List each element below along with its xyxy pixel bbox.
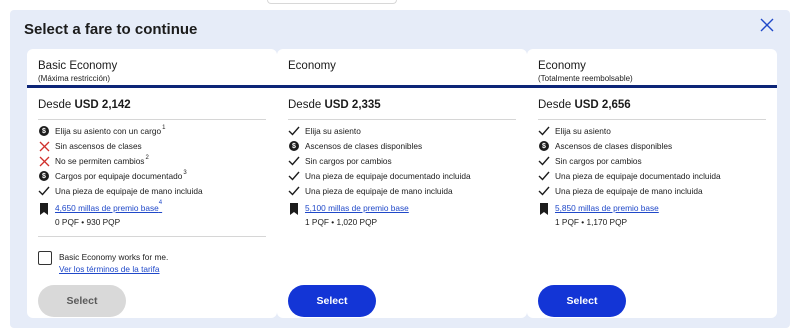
check-icon xyxy=(288,155,300,167)
fare-name: Economy xyxy=(538,60,586,72)
feature-text: Ascensos de clases disponibles xyxy=(555,141,673,151)
feature-item: Sin cargos por cambios xyxy=(288,155,392,167)
fare-card-economy: Economy Desde USD 2,335 Elija su asiento… xyxy=(277,49,527,318)
footnote: 4 xyxy=(158,200,163,207)
x-icon xyxy=(38,140,50,152)
pqf-pqp: 1 PQF • 1,020 PQP xyxy=(305,217,378,227)
divider xyxy=(38,236,266,237)
feature-item: Una pieza de equipaje de mano incluida xyxy=(38,185,203,197)
feature-item: Sin ascensos de clases xyxy=(38,140,142,152)
feature-text: Una pieza de equipaje de mano incluida xyxy=(555,186,703,196)
divider xyxy=(538,119,766,120)
bookmark-icon xyxy=(40,203,48,215)
footnote: 2 xyxy=(145,155,149,161)
feature-item: Una pieza de equipaje de mano incluida xyxy=(538,185,703,197)
footnote: 3 xyxy=(183,170,187,176)
bookmark-icon xyxy=(290,203,298,215)
fare-name: Economy xyxy=(288,60,336,72)
pqf-pqp: 0 PQF • 930 PQP xyxy=(55,217,121,227)
feature-text: Sin cargos por cambios xyxy=(555,156,642,166)
fare-select-modal: Select a fare to continue Basic Economy … xyxy=(10,10,790,328)
feature-item: No se permiten cambios 2 xyxy=(38,155,149,167)
check-icon xyxy=(538,185,550,197)
fare-subtitle: (Máxima restricción) xyxy=(38,74,111,83)
agreement-row: Basic Economy works for me. Ver los térm… xyxy=(38,251,168,275)
price-amount: USD 2,656 xyxy=(574,99,631,111)
price-prefix: Desde xyxy=(288,99,322,111)
divider xyxy=(38,119,266,120)
feature-text: Una pieza de equipaje de mano incluida xyxy=(55,186,203,196)
feature-item: Una pieza de equipaje documentado inclui… xyxy=(288,170,471,182)
feature-text: Ascensos de clases disponibles xyxy=(305,141,423,151)
agreement-checkbox[interactable] xyxy=(38,251,52,265)
fare-subtitle: (Totalmente reembolsable) xyxy=(538,74,633,83)
select-button[interactable]: Select xyxy=(538,285,626,317)
feature-text: Una pieza de equipaje documentado inclui… xyxy=(555,171,721,181)
feature-text: Elija su asiento xyxy=(305,126,361,136)
check-icon xyxy=(538,170,550,182)
close-icon[interactable] xyxy=(758,16,776,34)
price-amount: USD 2,142 xyxy=(74,99,131,111)
miles-text: 4,650 millas de premio base xyxy=(55,203,159,213)
dollar-icon: $ xyxy=(538,140,550,152)
feature-item: $ Elija su asiento con un cargo 1 xyxy=(38,125,165,137)
top-bar xyxy=(0,0,800,10)
feature-item: Elija su asiento xyxy=(288,125,361,137)
feature-item: $ Cargos por equipaje documentado 3 xyxy=(38,170,187,182)
check-icon xyxy=(288,125,300,137)
award-miles-link[interactable]: 5,100 millas de premio base xyxy=(305,203,409,213)
price-prefix: Desde xyxy=(538,99,572,111)
feature-text: Sin cargos por cambios xyxy=(305,156,392,166)
feature-text: Cargos por equipaje documentado xyxy=(55,171,183,181)
feature-item: Una pieza de equipaje documentado inclui… xyxy=(538,170,721,182)
tab-remnant xyxy=(267,0,397,4)
check-icon xyxy=(288,170,300,182)
fare-card-header: Economy (Totalmente reembolsable) xyxy=(527,49,777,88)
x-icon xyxy=(38,155,50,167)
feature-item: Sin cargos por cambios xyxy=(538,155,642,167)
fare-price: Desde USD 2,335 xyxy=(288,99,381,111)
dollar-icon: $ xyxy=(38,170,50,182)
check-icon xyxy=(538,155,550,167)
feature-item: Una pieza de equipaje de mano incluida xyxy=(288,185,453,197)
fare-card-basic-economy: Basic Economy (Máxima restricción) Desde… xyxy=(27,49,277,318)
check-icon xyxy=(38,185,50,197)
feature-item: $ Ascensos de clases disponibles xyxy=(538,140,672,152)
fare-price: Desde USD 2,656 xyxy=(538,99,631,111)
fare-card-header: Economy xyxy=(277,49,527,88)
fare-terms-link[interactable]: Ver los términos de la tarifa xyxy=(59,263,168,275)
feature-text: Elija su asiento con un cargo xyxy=(55,126,162,136)
feature-text: Una pieza de equipaje documentado inclui… xyxy=(305,171,471,181)
price-prefix: Desde xyxy=(38,99,72,111)
modal-title: Select a fare to continue xyxy=(24,21,198,38)
pqf-pqp: 1 PQF • 1,170 PQP xyxy=(555,217,628,227)
award-miles-link[interactable]: 4,650 millas de premio base4 xyxy=(55,200,163,213)
award-miles: 5,100 millas de premio base xyxy=(288,203,409,215)
fare-card-header: Basic Economy (Máxima restricción) xyxy=(27,49,277,88)
award-miles-link[interactable]: 5,850 millas de premio base xyxy=(555,203,659,213)
feature-item: $ Ascensos de clases disponibles xyxy=(288,140,422,152)
dollar-icon: $ xyxy=(288,140,300,152)
award-miles: 4,650 millas de premio base4 xyxy=(38,200,163,215)
fare-card-economy-refundable: Economy (Totalmente reembolsable) Desde … xyxy=(527,49,777,318)
fare-name: Basic Economy xyxy=(38,60,118,72)
feature-text: Una pieza de equipaje de mano incluida xyxy=(305,186,453,196)
bookmark-icon xyxy=(540,203,548,215)
price-amount: USD 2,335 xyxy=(324,99,381,111)
feature-text: No se permiten cambios xyxy=(55,156,145,166)
feature-text: Sin ascensos de clases xyxy=(55,141,142,151)
award-miles: 5,850 millas de premio base xyxy=(538,203,659,215)
check-icon xyxy=(538,125,550,137)
dollar-icon: $ xyxy=(38,125,50,137)
feature-text: Elija su asiento xyxy=(555,126,611,136)
divider xyxy=(288,119,516,120)
select-button[interactable]: Select xyxy=(38,285,126,317)
check-icon xyxy=(288,185,300,197)
fare-price: Desde USD 2,142 xyxy=(38,99,131,111)
feature-item: Elija su asiento xyxy=(538,125,611,137)
footnote: 1 xyxy=(162,125,166,131)
select-button[interactable]: Select xyxy=(288,285,376,317)
agreement-label: Basic Economy works for me. xyxy=(59,252,169,262)
